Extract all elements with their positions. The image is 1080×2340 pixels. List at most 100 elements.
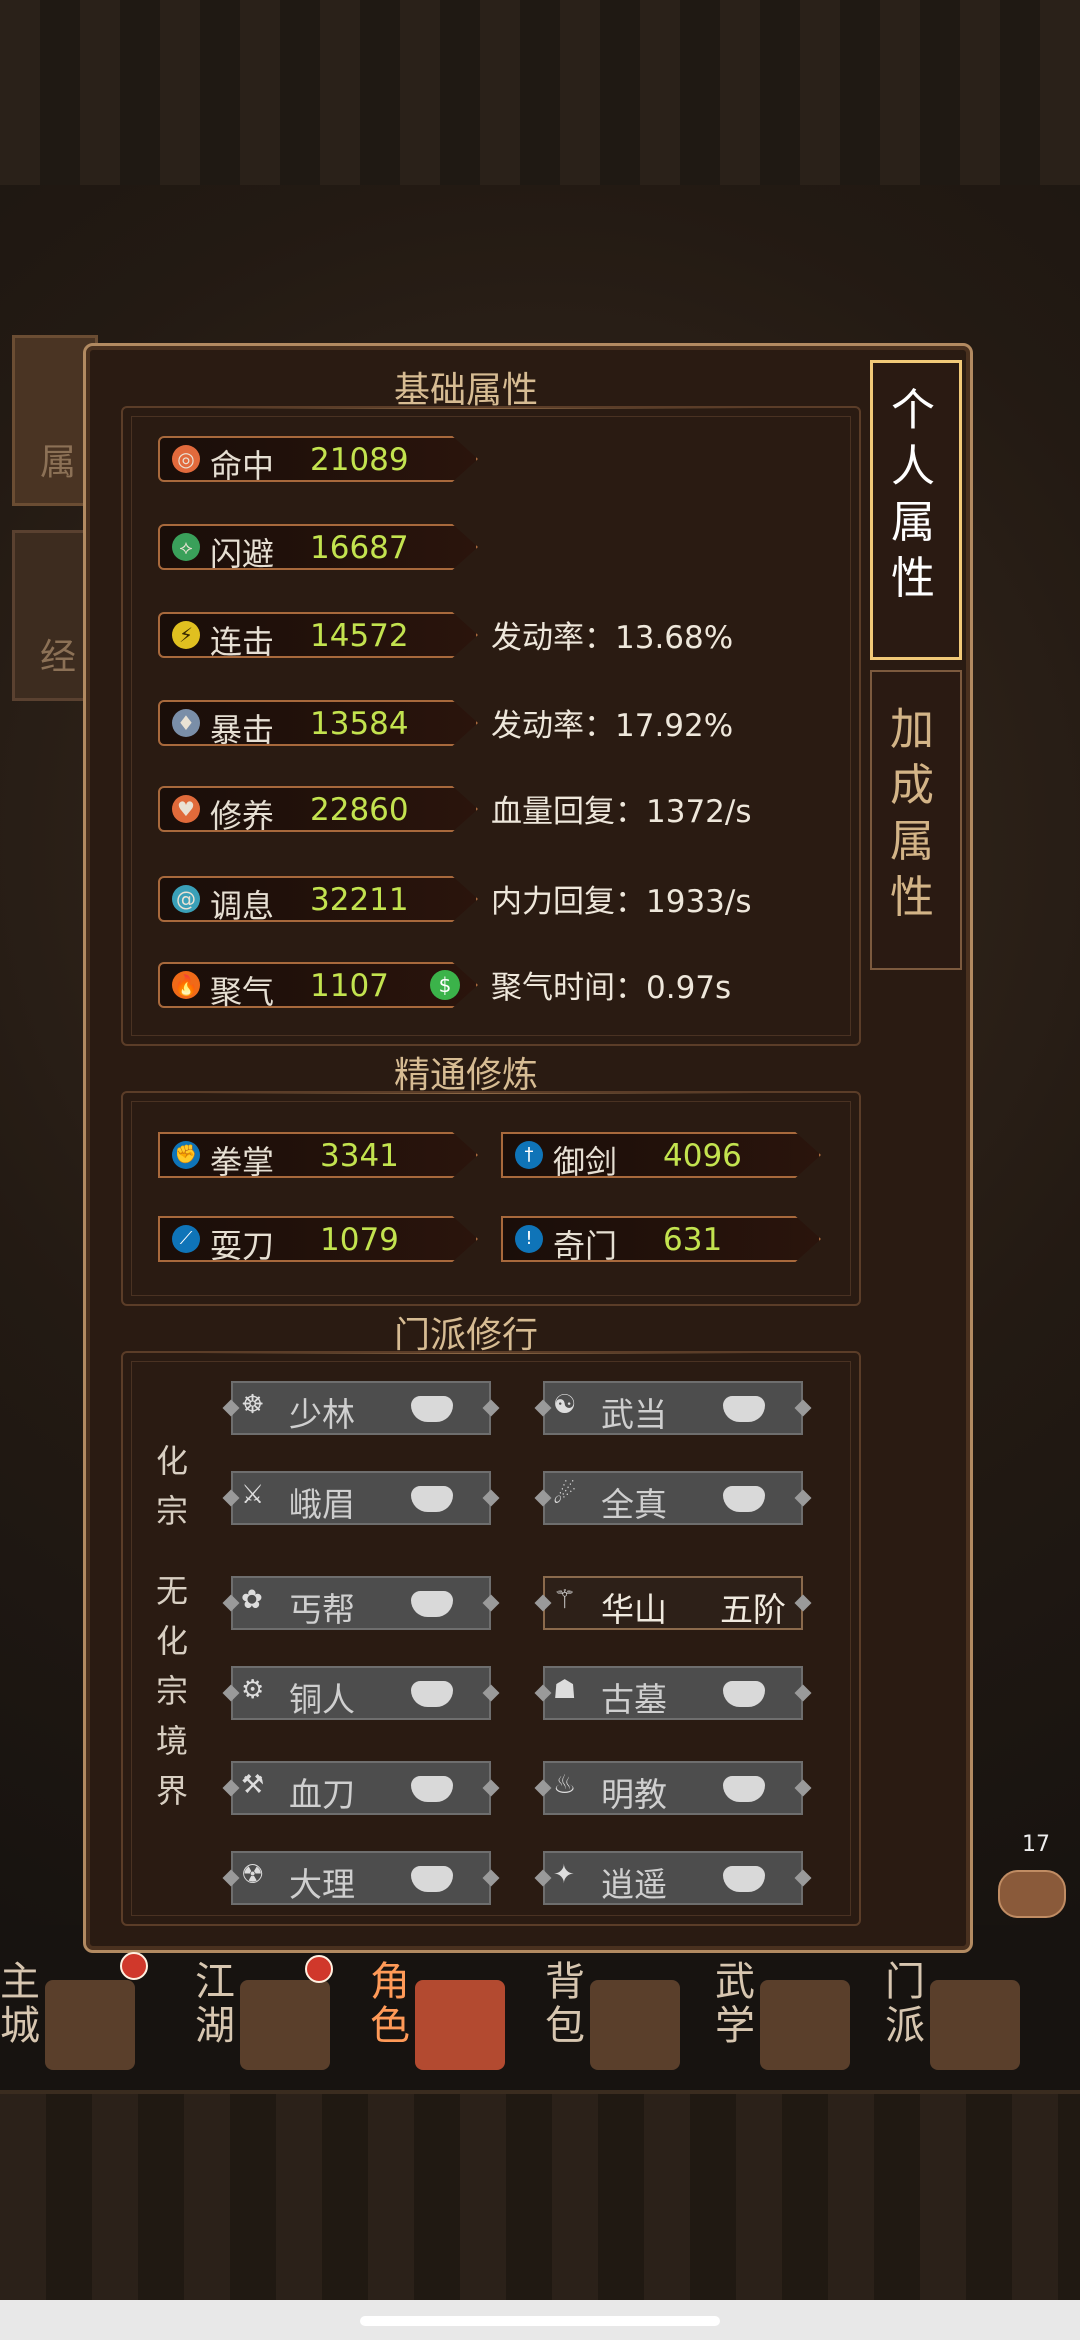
manual-icon (760, 1980, 850, 2070)
attribute-panel: 基础属性 ◎ 命中 21089 ⟡ 闪避 16687 ⚡ 连击 14572 发动… (83, 343, 973, 1953)
fist-icon: ✊ (172, 1141, 200, 1169)
school-item[interactable]: ⚙ 铜人 (222, 1666, 500, 1720)
school-item[interactable]: ☯ 武当 (534, 1381, 812, 1435)
notification-badge (120, 1952, 148, 1980)
stat-name: 命中 (210, 447, 275, 485)
stat-value: 13584 (310, 706, 409, 742)
stat-value: 1107 (310, 968, 389, 1004)
nav-label: 主城 (0, 1959, 40, 2049)
stat-value: 16687 (310, 530, 409, 566)
nav-character[interactable]: 角色 (370, 1960, 520, 2080)
lock-icon (723, 1866, 765, 1892)
stat-row[interactable]: 🔥 聚气 1107 $ (158, 962, 478, 1008)
school-item[interactable]: ☸ 少林 (222, 1381, 500, 1435)
bag-icon (590, 1980, 680, 2070)
tomb-icon: ☗ (553, 1675, 577, 1705)
school-item[interactable]: ☄ 全真 (534, 1471, 812, 1525)
blade-icon: ⟋ (172, 1225, 200, 1253)
tab-personal-attributes[interactable]: 个人属性 (870, 360, 962, 660)
blood-blade-icon: ⚒ (241, 1770, 265, 1800)
school-item[interactable]: ✿ 丐帮 (222, 1576, 500, 1630)
lock-icon (411, 1681, 453, 1707)
nav-backpack[interactable]: 背包 (545, 1960, 695, 2080)
mastery-item[interactable]: ! 奇门 631 (501, 1216, 821, 1262)
stat-row[interactable]: ⟡ 闪避 16687 (158, 524, 478, 570)
school-name: 大理 (289, 1865, 355, 1904)
lock-icon (723, 1681, 765, 1707)
stat-name: 连击 (210, 623, 275, 661)
school-name: 峨眉 (289, 1485, 355, 1524)
tab-label: 加成属性 (890, 704, 934, 923)
mastery-item[interactable]: † 御剑 4096 (501, 1132, 821, 1178)
mastery-name: 耍刀 (210, 1227, 275, 1265)
school-item[interactable]: ⚚ 华山 五阶 (534, 1576, 812, 1630)
nav-sect[interactable]: 门派 (885, 1960, 1035, 2080)
character-scroll-icon (415, 1980, 505, 2070)
stat-value: 21089 (310, 442, 409, 478)
taiji-icon: ☯ (553, 1390, 577, 1420)
emei-icon: ⚔ (241, 1480, 265, 1510)
dodge-icon: ⟡ (172, 533, 200, 561)
stat-extra: 血量回复：1372/s (491, 794, 752, 830)
stat-row[interactable]: ♥ 修养 22860 (158, 786, 478, 832)
nav-jianghu[interactable]: 江湖 (195, 1955, 345, 2080)
stat-extra: 内力回复：1933/s (491, 884, 752, 920)
lock-icon (411, 1591, 453, 1617)
flame-icon: 🔥 (172, 971, 200, 999)
tab-bonus-attributes[interactable]: 加成属性 (870, 670, 962, 970)
school-label-bottom: 无化宗境界 (156, 1572, 189, 1810)
school-item[interactable]: ✦ 逍遥 (534, 1851, 812, 1905)
stat-name: 闪避 (210, 535, 275, 573)
chat-bubble-icon (998, 1870, 1066, 1918)
bronze-man-icon: ⚙ (241, 1675, 265, 1705)
stat-row[interactable]: ◎ 命中 21089 (158, 436, 478, 482)
school-item[interactable]: ☗ 古墓 (534, 1666, 812, 1720)
mastery-value: 1079 (320, 1222, 399, 1258)
nav-main-city[interactable]: 主城 (0, 1952, 150, 2080)
stat-row[interactable]: ♦ 暴击 13584 (158, 700, 478, 746)
mastery-value: 631 (663, 1222, 723, 1258)
banner-glyph: 经 (40, 637, 77, 678)
stat-row[interactable]: @ 调息 32211 (158, 876, 478, 922)
cauldron-icon (930, 1980, 1020, 2070)
school-item[interactable]: ☢ 大理 (222, 1851, 500, 1905)
xiaoyao-icon: ✦ (553, 1860, 575, 1890)
mastery-value: 4096 (663, 1138, 742, 1174)
crit-icon: ♦ (172, 709, 200, 737)
quanzhen-icon: ☄ (553, 1480, 577, 1510)
school-item[interactable]: ♨ 明教 (534, 1761, 812, 1815)
stat-extra: 发动率：13.68% (491, 620, 734, 656)
lightning-icon: ⚡ (172, 621, 200, 649)
school-name: 丐帮 (289, 1590, 355, 1629)
stat-name: 暴击 (210, 711, 275, 749)
school-name: 明教 (601, 1775, 667, 1814)
school-name: 少林 (289, 1395, 355, 1434)
palace-icon (45, 1980, 135, 2070)
scroll-map-icon (240, 1980, 330, 2070)
huashan-sword-icon: ⚚ (553, 1585, 577, 1615)
school-label-top: 化宗 (156, 1442, 189, 1530)
chat-button[interactable]: 17 (982, 1832, 1074, 1924)
target-icon: ◎ (172, 445, 200, 473)
nav-label: 背包 (545, 1959, 585, 2049)
mastery-name: 拳掌 (210, 1143, 275, 1181)
bottom-ornament-band (0, 2090, 1080, 2304)
mastery-value: 3341 (320, 1138, 399, 1174)
mastery-item[interactable]: ✊ 拳掌 3341 (158, 1132, 478, 1178)
lock-icon (411, 1776, 453, 1802)
school-section (121, 1351, 861, 1926)
home-indicator[interactable] (360, 2316, 720, 2326)
nav-martial-arts[interactable]: 武学 (715, 1960, 865, 2080)
mastery-item[interactable]: ⟋ 耍刀 1079 (158, 1216, 478, 1262)
tab-label: 个人属性 (891, 385, 935, 604)
school-item[interactable]: ⚒ 血刀 (222, 1761, 500, 1815)
stat-name: 修养 (210, 797, 275, 835)
school-name: 血刀 (289, 1775, 355, 1814)
dali-mask-icon: ☢ (241, 1860, 265, 1890)
stat-value: 14572 (310, 618, 409, 654)
banner-glyph: 属 (40, 442, 77, 483)
sword-icon: † (515, 1141, 543, 1169)
nav-label: 江湖 (195, 1959, 235, 2049)
stat-row[interactable]: ⚡ 连击 14572 (158, 612, 478, 658)
school-item[interactable]: ⚔ 峨眉 (222, 1471, 500, 1525)
